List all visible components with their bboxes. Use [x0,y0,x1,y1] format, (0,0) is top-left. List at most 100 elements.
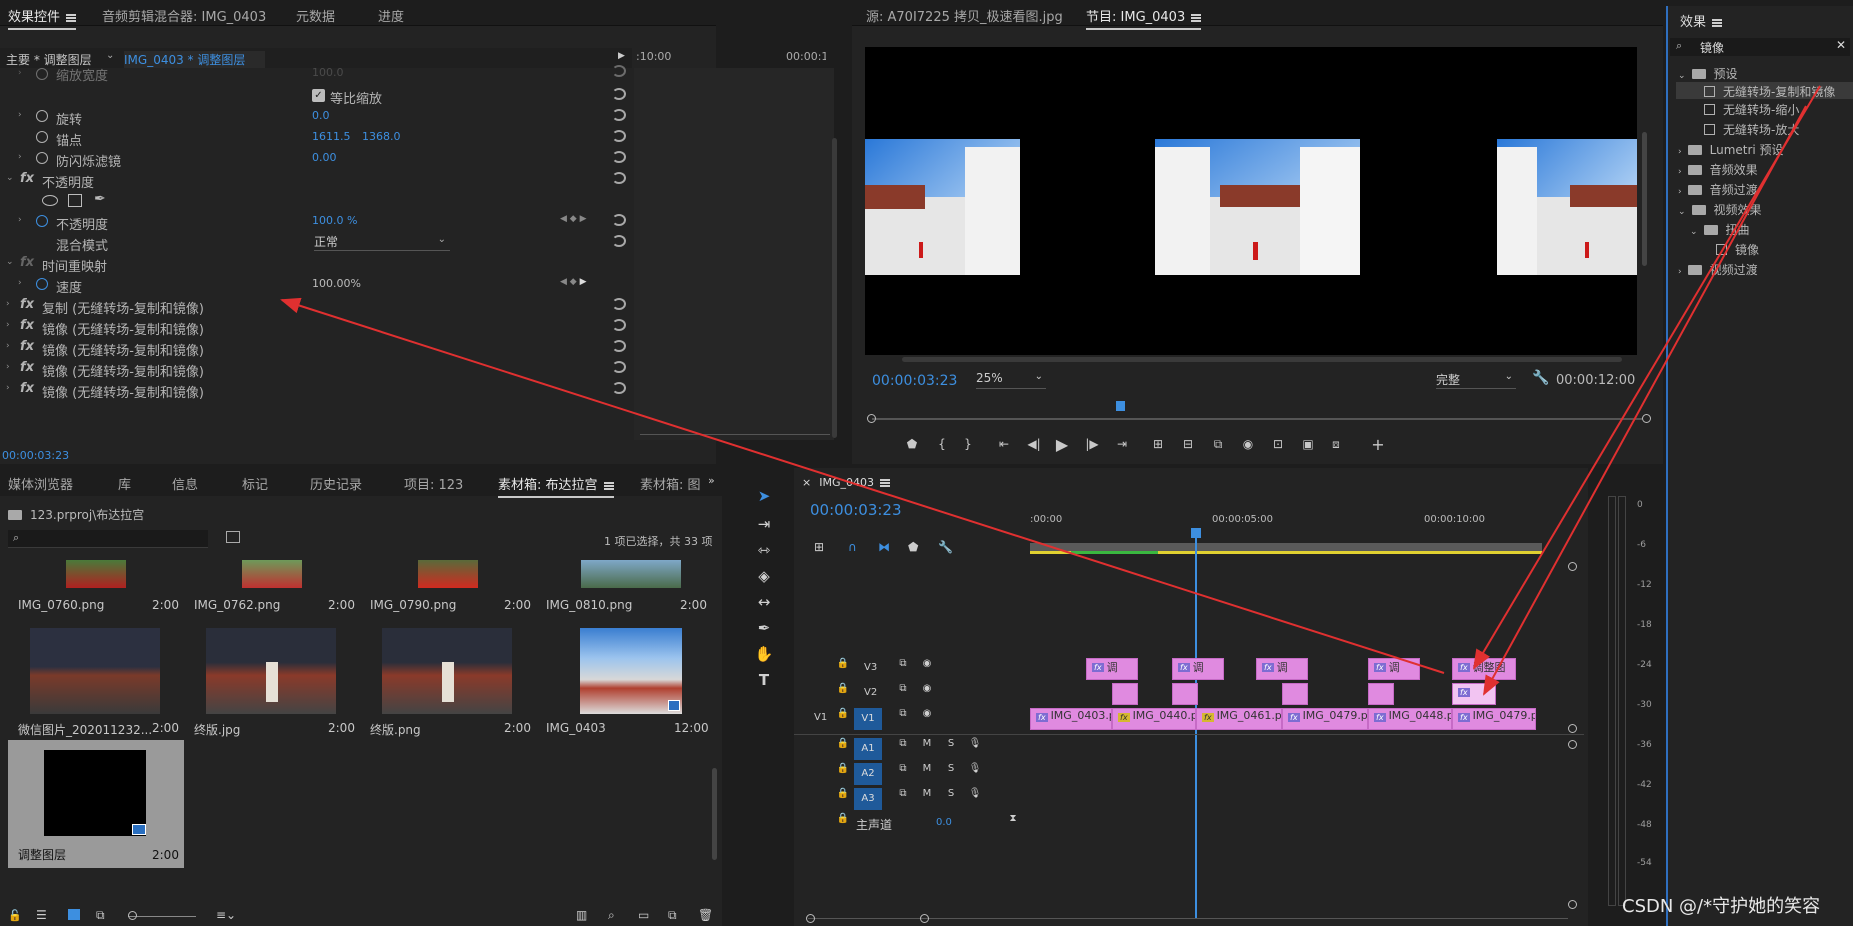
timeline-v-scroll-handle[interactable] [1568,900,1577,909]
monitor-vertical-scrollbar[interactable] [1642,132,1647,266]
tree-video-transitions[interactable]: › 视频过渡 [1678,261,1758,278]
stopwatch-icon[interactable] [36,278,48,290]
tab-info[interactable]: 信息 [172,474,198,493]
clip-v2[interactable] [1112,683,1138,705]
bin-item-selected[interactable]: 调整图层 2:00 [8,740,184,868]
lock-icon[interactable]: 🔒 [834,708,852,724]
master-track-value[interactable]: 0.0 [936,817,952,828]
clear-search-icon[interactable]: ✕ [1836,38,1846,52]
stopwatch-icon[interactable] [36,68,48,80]
lock-icon[interactable]: 🔒 [834,763,852,779]
new-bin-icon[interactable]: ▭ [638,908,649,922]
eye-icon[interactable]: ◉ [918,658,936,674]
pen-mask-icon[interactable]: ✒ [94,191,106,207]
fx-icon[interactable]: fx [20,318,34,333]
zoom-slider[interactable] [128,916,196,917]
panel-menu-icon[interactable] [603,481,614,490]
lock-icon[interactable]: 🔒 [834,658,852,674]
pen-tool-icon[interactable]: ✒ [754,618,774,638]
bin-item[interactable]: 终版.jpg 2:00 [184,626,360,737]
lock-icon[interactable]: 🔓 [8,909,22,922]
reset-icon[interactable] [612,382,626,394]
sync-lock-icon[interactable]: ⧉ [894,788,912,804]
tree-preset-shrink[interactable]: 无缝转场-缩小 [1704,101,1799,118]
eye-icon[interactable]: ◉ [918,683,936,699]
quality-select[interactable]: 完整 ⌄ [1436,371,1516,389]
track-target-a3[interactable]: A3 [854,788,882,810]
clip-adjustment-v3[interactable]: fx 调 [1172,658,1224,680]
stopwatch-icon[interactable] [36,131,48,143]
bin-scrollbar[interactable] [712,768,717,860]
bin-item[interactable]: IMG_0762.png 2:00 [184,560,360,624]
fx-icon[interactable]: fx [20,381,34,396]
fx-icon[interactable]: fx [20,297,34,312]
ellipse-mask-icon[interactable] [42,195,58,206]
tab-program-monitor[interactable]: 节目: IMG_0403 [1086,6,1202,30]
eye-icon[interactable]: ◉ [918,708,936,724]
slip-tool-icon[interactable]: ↔ [754,592,774,612]
track-target-v1[interactable]: V1 [854,708,882,730]
solo-button[interactable]: S [942,738,960,754]
clip-adjustment-v3[interactable]: fx 调 [1368,658,1420,680]
selection-tool-icon[interactable]: ➤ [754,486,774,506]
bin-item[interactable]: IMG_0810.png 2:00 [536,560,712,624]
tree-lumetri[interactable]: › Lumetri 预设 [1678,141,1784,158]
clip-v2-selected[interactable]: fx [1452,683,1496,705]
track-select-tool-icon[interactable]: ⇥ [754,514,774,534]
wrench-icon[interactable]: 🔧 [1532,370,1549,386]
reset-icon[interactable] [612,151,626,163]
clip-adjustment-v3[interactable]: fx 调整图 [1452,658,1516,680]
razor-tool-icon[interactable]: ◈ [754,566,774,586]
panel-menu-icon[interactable] [879,479,890,487]
tab-libraries[interactable]: 库 [118,474,131,493]
stopwatch-icon[interactable] [36,152,48,164]
anchor-y-value[interactable]: 1368.0 [362,130,401,143]
reset-icon[interactable] [612,88,626,100]
antiflicker-value[interactable]: 0.00 [312,151,337,164]
tree-presets[interactable]: ⌄ 预设 [1678,65,1738,82]
clip-v1[interactable]: fx IMG_0479.p [1282,708,1368,730]
stopwatch-icon[interactable] [36,110,48,122]
insert-icon[interactable]: ⧉ [1208,437,1228,455]
chevron-down-icon[interactable]: ⌄ [106,50,114,61]
row-opacity-group[interactable]: ⌄ fx 不透明度 [0,169,632,191]
clip-v1[interactable]: fx IMG_0479.p [1452,708,1536,730]
freeform-view-icon[interactable]: ⧉ [96,908,105,923]
row-effect-copy[interactable]: › fx 复制 (无缝转场-复制和镜像) [0,295,632,317]
timeline-v-scroll-handle[interactable] [1568,740,1577,749]
fx-icon[interactable]: fx [20,339,34,354]
reset-icon[interactable] [612,235,626,247]
tree-audio-effects[interactable]: › 音频效果 [1678,161,1758,178]
linked-selection-icon[interactable]: ⧓ [878,540,890,554]
timeline-settings-icon[interactable]: 🔧 [938,540,953,554]
type-tool-icon[interactable]: T [754,670,774,690]
work-area-bar[interactable] [1030,543,1542,551]
scrubber-start-handle[interactable] [867,414,876,423]
keyframe-area[interactable] [634,68,834,440]
sort-icon[interactable]: ≡⌄ [216,908,236,922]
scrubber-bar[interactable] [872,418,1642,420]
clip-v2[interactable] [1368,683,1394,705]
panel-menu-icon[interactable] [66,13,77,22]
clip-v2[interactable] [1282,683,1308,705]
go-to-out-icon[interactable]: ⇥ [1112,437,1132,455]
microphone-icon[interactable]: 🎙 [966,763,984,779]
new-search-bin-icon[interactable] [226,531,240,543]
add-marker-icon[interactable]: ⬟ [908,540,918,554]
zoom-select[interactable]: 25% ⌄ [976,371,1046,389]
lock-icon[interactable]: 🔒 [834,813,852,829]
mute-button[interactable]: M [918,763,936,779]
row-effect-mirror-1[interactable]: › fx 镜像 (无缝转场-复制和镜像) [0,316,632,338]
step-back-icon[interactable]: ◀| [1024,437,1044,455]
reset-icon[interactable] [612,214,626,226]
keyframe-nav-icon[interactable]: ◀ ◆ ▶ [560,214,587,224]
effects-panel-title[interactable]: 效果 [1680,11,1723,30]
tab-metadata[interactable]: 元数据 [296,6,335,25]
find-icon[interactable]: ⌕ [608,908,615,923]
camera-icon[interactable]: ◉ [1238,437,1258,455]
tab-progress[interactable]: 进度 [378,6,404,25]
solo-button[interactable]: S [942,763,960,779]
sync-lock-icon[interactable]: ⧉ [894,738,912,754]
horizontal-scrollbar[interactable] [640,434,830,442]
playhead-handle[interactable] [1191,528,1201,538]
